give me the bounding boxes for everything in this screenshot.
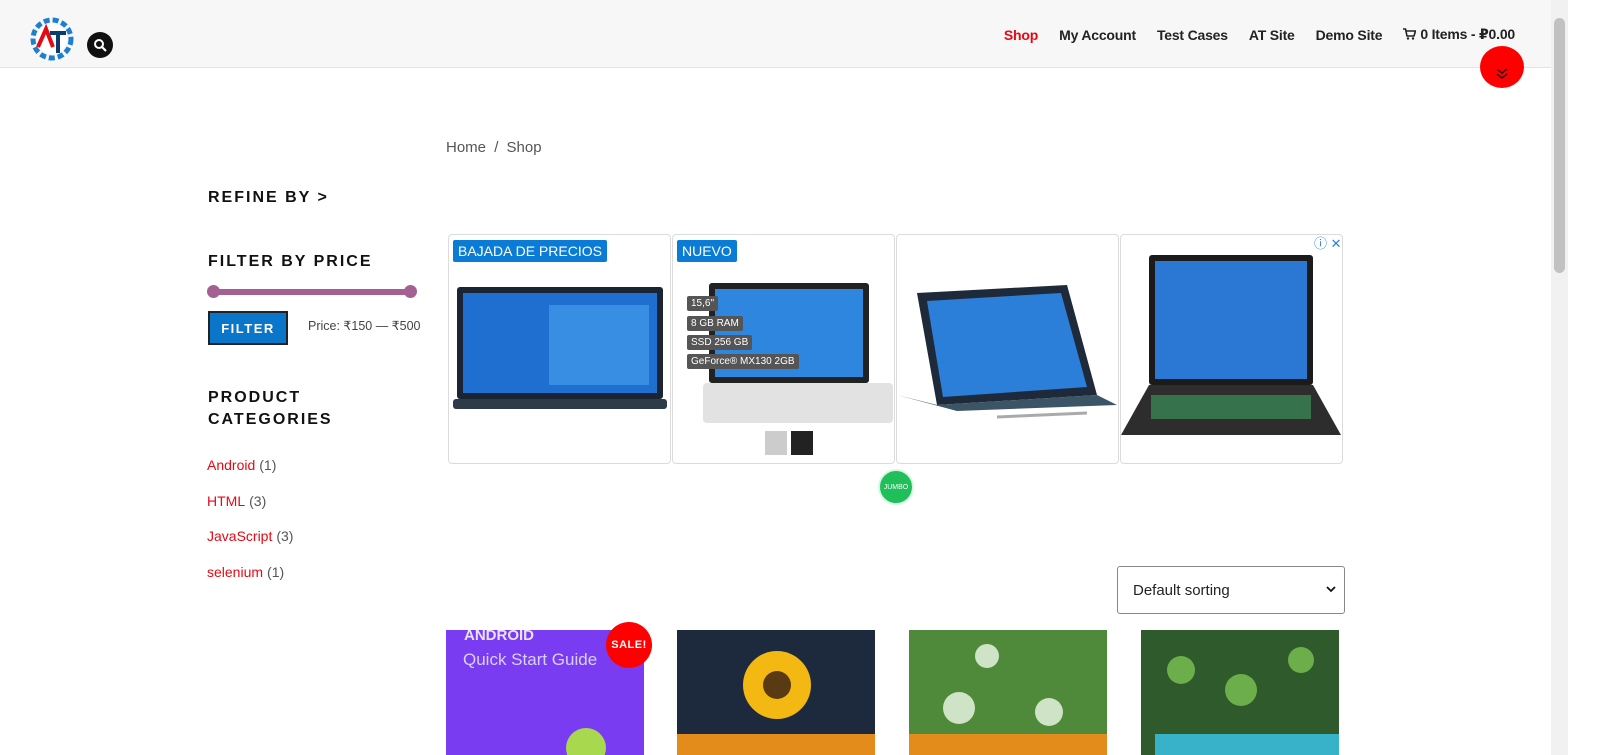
ad-spec: 15,6" [687, 296, 719, 311]
nav-my-account[interactable]: My Account [1059, 27, 1136, 43]
ad-spec: GeForce® MX130 2GB [687, 354, 799, 369]
product-card-leaves[interactable] [1141, 630, 1339, 755]
filter-price-heading: FILTER BY PRICE [208, 253, 373, 270]
page-scrollbar[interactable] [1551, 0, 1568, 755]
category-count: (1) [267, 564, 285, 580]
ad-card-laptop-2[interactable]: NUEVO 15,6" 8 GB RAM SSD 256 GB GeForce®… [672, 234, 895, 464]
product-image [677, 630, 875, 755]
ad-tag-price-drop: BAJADA DE PRECIOS [453, 240, 607, 262]
category-count: (3) [249, 493, 267, 509]
price-slider-track [214, 289, 410, 295]
site-header: Shop My Account Test Cases AT Site Demo … [0, 0, 1551, 68]
ad-spec: 8 GB RAM [687, 316, 743, 331]
cart-label: 0 Items - ₽0.00 [1420, 26, 1515, 42]
laptop-image [453, 287, 667, 409]
cart-link[interactable]: 0 Items - ₽0.00 [1403, 26, 1515, 43]
breadcrumb-separator: / [494, 139, 499, 156]
product-image [1141, 630, 1339, 755]
ad-card-laptop-3[interactable] [896, 234, 1119, 464]
cart-icon [1403, 28, 1417, 40]
chevron-down-icon [1326, 586, 1336, 593]
product-image [909, 630, 1107, 755]
scroll-down-button[interactable] [1480, 46, 1524, 88]
product-subtitle: Quick Start Guide [463, 650, 598, 669]
laptop-image [1121, 255, 1341, 435]
category-count: (1) [259, 457, 277, 473]
ad-spec: SSD 256 GB [687, 335, 753, 350]
laptop-image [897, 285, 1117, 419]
sale-badge: SALE! [606, 622, 652, 668]
price-slider-max-handle[interactable] [404, 285, 417, 298]
main-nav: Shop My Account Test Cases AT Site Demo … [983, 26, 1515, 43]
ad-tag-new: NUEVO [677, 240, 737, 262]
breadcrumb-current: Shop [506, 139, 542, 156]
category-item: JavaScript (3) [207, 528, 293, 544]
category-link-html[interactable]: HTML [207, 493, 245, 509]
category-link-selenium[interactable]: selenium [207, 564, 263, 580]
category-item: Android (1) [207, 457, 276, 473]
breadcrumb-home[interactable]: Home [446, 139, 486, 156]
product-categories-heading: PRODUCT CATEGORIES [208, 389, 333, 428]
category-link-android[interactable]: Android [207, 457, 255, 473]
nav-at-site[interactable]: AT Site [1249, 27, 1295, 43]
category-link-javascript[interactable]: JavaScript [207, 528, 272, 544]
product-title: ANDROID [464, 630, 534, 644]
nav-demo-site[interactable]: Demo Site [1316, 27, 1383, 43]
sort-select[interactable]: Default sorting [1117, 566, 1345, 614]
ad-advertiser-logo[interactable]: JUMBO [878, 469, 914, 505]
price-slider-min-handle[interactable] [207, 285, 220, 298]
product-card-sunflower[interactable] [677, 630, 875, 755]
nav-test-cases[interactable]: Test Cases [1157, 27, 1228, 43]
sort-selected-value: Default sorting [1133, 581, 1230, 599]
ad-card-laptop-1[interactable]: BAJADA DE PRECIOS [448, 234, 671, 464]
category-item: HTML (3) [207, 493, 266, 509]
product-card-waterdrops[interactable] [909, 630, 1107, 755]
refine-heading: REFINE BY > [208, 189, 329, 206]
ad-card-laptop-4[interactable] [1120, 234, 1343, 464]
price-range-label: Price: ₹150 — ₹500 [308, 319, 421, 333]
category-count: (3) [276, 528, 294, 544]
nav-shop[interactable]: Shop [1004, 27, 1038, 43]
category-item: selenium (1) [207, 564, 284, 580]
ad-banner[interactable]: BAJADA DE PRECIOS NUEVO 15,6" 8 GB RAM S… [448, 234, 1344, 464]
breadcrumb: Home / Shop [446, 139, 542, 156]
filter-button[interactable]: FILTER [208, 311, 288, 345]
double-chevron-down-icon [1496, 68, 1508, 79]
site-logo[interactable] [26, 13, 78, 65]
scrollbar-thumb[interactable] [1554, 18, 1565, 273]
ad-close-icon[interactable]: ⓘ ✕ [1314, 233, 1342, 252]
search-icon[interactable] [87, 32, 113, 58]
